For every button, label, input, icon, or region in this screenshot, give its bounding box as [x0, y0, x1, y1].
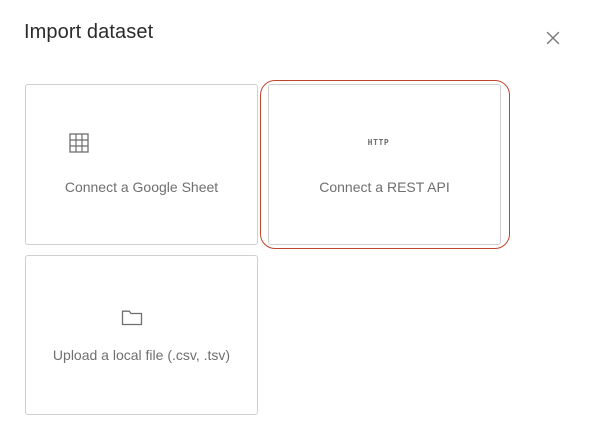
connect-google-sheet-option[interactable]: Connect a Google Sheet: [25, 84, 258, 245]
option-label: Connect a REST API: [319, 179, 450, 195]
import-dataset-dialog: Import dataset Connect a Google Sheet HT…: [0, 0, 600, 421]
close-icon: [546, 31, 560, 45]
upload-local-file-option[interactable]: Upload a local file (.csv, .tsv): [25, 255, 258, 415]
option-label: Upload a local file (.csv, .tsv): [52, 347, 231, 363]
grid-table-icon: [68, 133, 89, 153]
dialog-title: Import dataset: [24, 21, 154, 43]
close-button[interactable]: [544, 29, 562, 47]
option-label: Connect a Google Sheet: [64, 179, 219, 195]
connect-rest-api-option[interactable]: HTTP Connect a REST API: [268, 84, 501, 245]
folder-icon: [121, 310, 142, 326]
http-icon: HTTP: [367, 138, 390, 147]
